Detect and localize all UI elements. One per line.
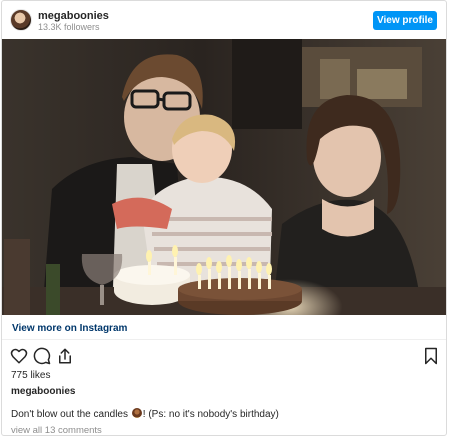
comment-icon[interactable] <box>33 347 51 365</box>
heart-icon[interactable] <box>10 347 28 365</box>
username[interactable]: megaboonies <box>38 10 109 22</box>
post-header: megaboonies 13.3K followers View profile <box>2 1 446 39</box>
cake-emoji-icon <box>131 408 142 418</box>
like-count: 775 likes <box>11 370 51 381</box>
view-profile-button[interactable]: View profile <box>373 11 437 30</box>
instagram-embed: megaboonies 13.3K followers View profile <box>1 0 447 436</box>
post-photo[interactable] <box>2 39 446 315</box>
share-icon[interactable] <box>56 347 74 365</box>
view-comments-link[interactable]: view all 13 comments <box>11 425 102 435</box>
caption-text-end: ! (Ps: no it's nobody's birthday) <box>142 409 279 420</box>
avatar[interactable] <box>10 9 32 31</box>
view-more-link[interactable]: View more on Instagram <box>12 323 127 334</box>
caption-username[interactable]: megaboonies <box>11 386 75 397</box>
caption-text: Don't blow out the candles ! (Ps: no it'… <box>11 408 279 420</box>
caption-text-start: Don't blow out the candles <box>11 409 128 420</box>
divider <box>2 339 446 340</box>
bookmark-icon[interactable] <box>422 347 440 365</box>
follower-count: 13.3K followers <box>38 22 100 32</box>
